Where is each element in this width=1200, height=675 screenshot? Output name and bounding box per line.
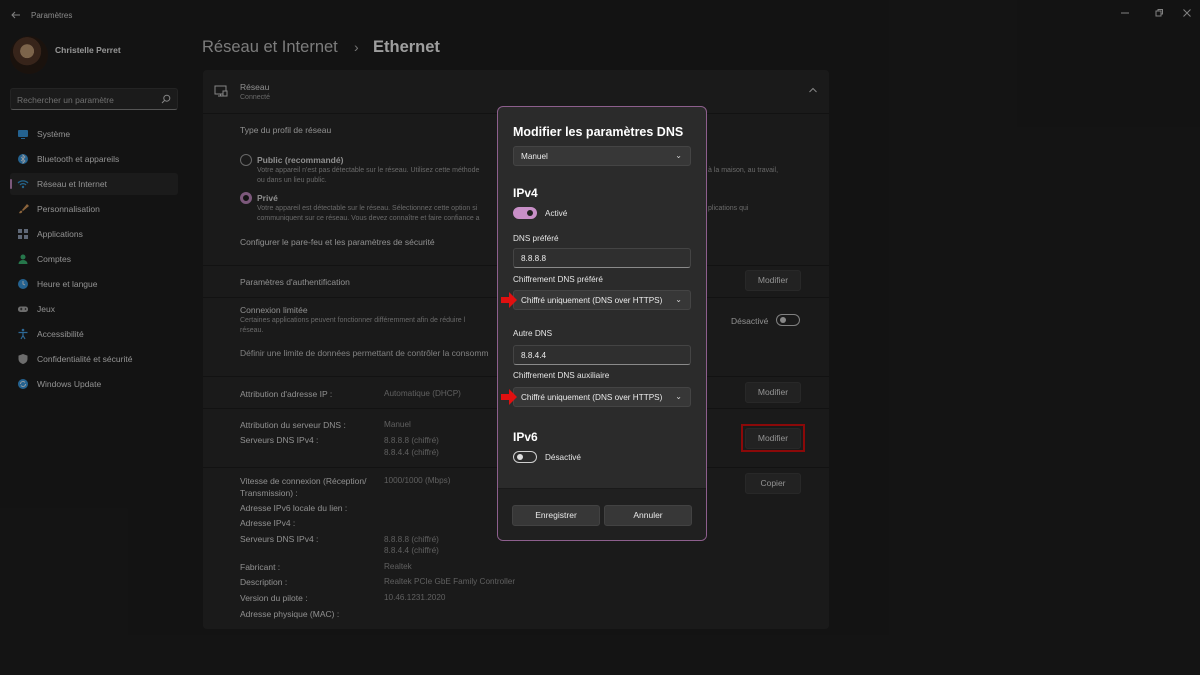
- annotation-arrow-icon: [500, 291, 518, 309]
- chevron-down-icon: ⌄: [675, 295, 682, 304]
- dialog-footer: Enregistrer Annuler: [498, 488, 706, 540]
- alternate-dns-value: 8.8.4.4: [521, 351, 547, 360]
- preferred-encryption-label: Chiffrement DNS préféré: [513, 275, 603, 284]
- alternate-dns-input[interactable]: 8.8.4.4: [513, 345, 691, 365]
- alternate-encryption-value: Chiffré uniquement (DNS over HTTPS): [521, 393, 663, 402]
- ipv4-toggle-label: Activé: [545, 209, 568, 218]
- annotation-arrow-icon: [500, 388, 518, 406]
- alternate-encryption-select[interactable]: Chiffré uniquement (DNS over HTTPS) ⌄: [513, 387, 691, 407]
- dns-mode-value: Manuel: [521, 152, 548, 161]
- ipv6-heading: IPv6: [513, 430, 538, 444]
- chevron-down-icon: ⌄: [675, 392, 682, 401]
- dialog-title: Modifier les paramètres DNS: [513, 125, 684, 139]
- ipv4-heading: IPv4: [513, 186, 538, 200]
- preferred-dns-label: DNS préféré: [513, 234, 559, 243]
- chevron-down-icon: ⌄: [675, 151, 682, 160]
- preferred-dns-value: 8.8.8.8: [521, 254, 547, 263]
- alternate-dns-label: Autre DNS: [513, 329, 553, 338]
- save-button[interactable]: Enregistrer: [512, 505, 600, 526]
- ipv4-toggle[interactable]: [513, 207, 537, 219]
- ipv6-toggle-label: Désactivé: [545, 453, 581, 462]
- cancel-button[interactable]: Annuler: [604, 505, 692, 526]
- preferred-encryption-select[interactable]: Chiffré uniquement (DNS over HTTPS) ⌄: [513, 290, 691, 310]
- dns-mode-select[interactable]: Manuel ⌄: [513, 146, 691, 166]
- preferred-encryption-value: Chiffré uniquement (DNS over HTTPS): [521, 296, 663, 305]
- preferred-dns-input[interactable]: 8.8.8.8: [513, 248, 691, 268]
- dns-settings-dialog: Modifier les paramètres DNS Manuel ⌄ IPv…: [497, 106, 707, 541]
- ipv6-toggle[interactable]: [513, 451, 537, 463]
- alternate-encryption-label: Chiffrement DNS auxiliaire: [513, 371, 610, 380]
